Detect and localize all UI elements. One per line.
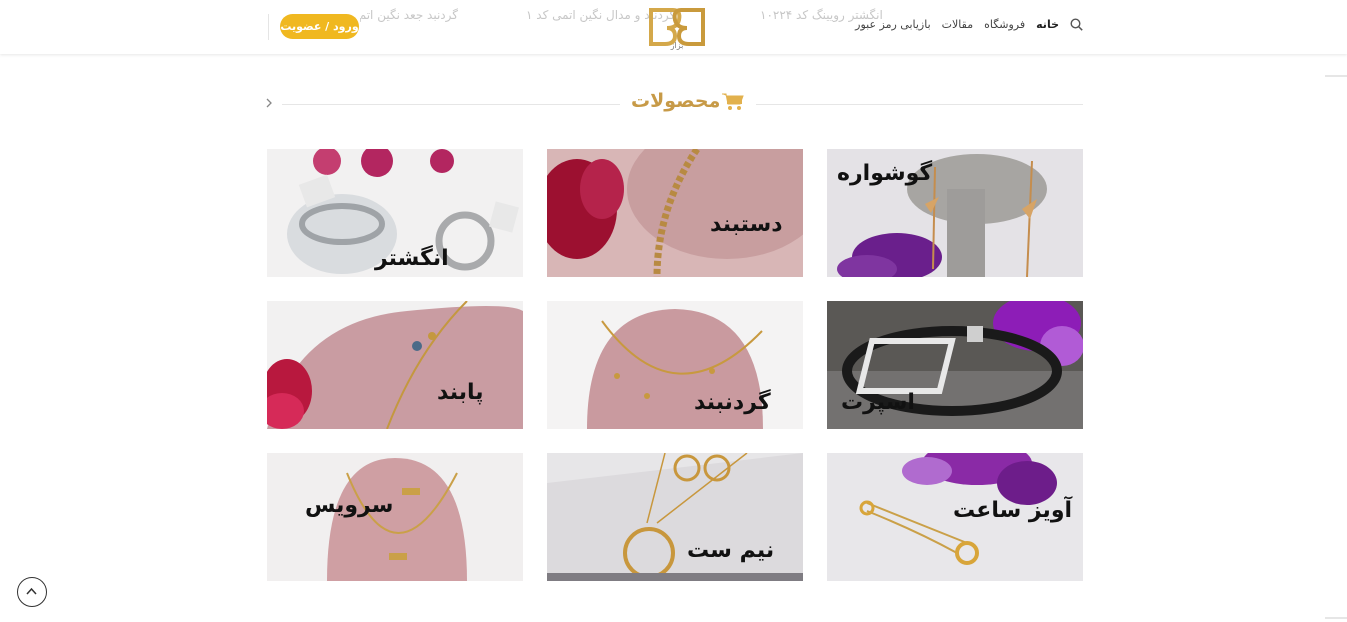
edge-mark [1325,75,1347,77]
main-nav: خانه فروشگاه مقالات بازیابی رمز عبور [855,18,1083,31]
product-tile-set[interactable]: سرویس [267,453,523,581]
login-register-button[interactable]: ورود / عضویت [280,14,359,39]
product-label: دستبند [710,212,783,237]
product-tile-necklace[interactable]: گردنبند [547,301,803,429]
product-label: انگشتر [375,246,449,271]
faded-product-text: گردنبد جعد نگین اتم [360,8,458,22]
product-label: پابند [437,380,484,405]
section-divider-left [282,104,620,105]
cart-icon [722,93,744,111]
edge-mark [1325,617,1347,619]
product-tile-sport[interactable]: اسپرت [827,301,1083,429]
product-tile-ring[interactable]: انگشتر [267,149,523,277]
nav-articles[interactable]: مقالات [942,18,973,31]
nav-home[interactable]: خانه [1036,18,1059,31]
site-logo[interactable]: بزاز [645,6,709,50]
product-tile-half-set[interactable]: نیم ست [547,453,803,581]
carousel-prev-arrow-icon[interactable] [263,95,275,109]
section-title: محصولات [631,90,721,112]
product-label: اسپرت [841,390,915,415]
nav-shop[interactable]: فروشگاه [984,18,1025,31]
nav-password-recovery[interactable]: بازیابی رمز عبور [855,18,931,31]
header-divider [268,14,269,40]
product-tile-watch-charm[interactable]: آویز ساعت [827,453,1083,581]
product-label: گردنبند [694,390,771,415]
scroll-to-top-button[interactable] [17,577,47,607]
product-tile-anklet[interactable]: پابند [267,301,523,429]
site-header: انگشتر رویینگ کد ۱۰۲۲۴ گردنبد و مدال نگی… [0,0,1347,54]
product-label: گوشواره [837,161,933,186]
product-label: سرویس [305,493,394,518]
search-icon[interactable] [1070,18,1083,31]
product-tile-bracelet[interactable]: دستبند [547,149,803,277]
product-label: نیم ست [687,538,775,563]
logo-text: بزاز [670,41,684,50]
section-divider-right [756,104,1083,105]
product-label: آویز ساعت [953,498,1073,523]
product-tile-earring[interactable]: گوشواره [827,149,1083,277]
